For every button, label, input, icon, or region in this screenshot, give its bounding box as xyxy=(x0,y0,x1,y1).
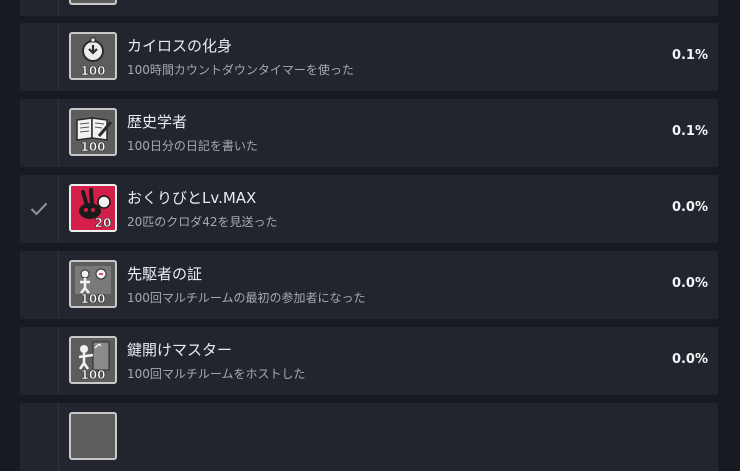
row-divider xyxy=(58,327,59,395)
achievement-row[interactable] xyxy=(20,403,718,471)
check-cell xyxy=(20,23,58,91)
check-cell xyxy=(20,403,58,471)
row-divider xyxy=(58,23,59,91)
icon-badge: 100 xyxy=(80,64,105,78)
achievement-description: 100回マルチルームをホストした xyxy=(127,367,306,381)
achievement-percent: 0.0% xyxy=(671,200,708,215)
achievement-percent: 0.1% xyxy=(671,124,708,139)
partial-achievement-icon xyxy=(69,412,117,460)
rabbit-20-icon: 20 xyxy=(69,184,117,232)
check-cell xyxy=(20,327,58,395)
achievement-row[interactable]: 100 先駆者の証 100回マルチルームの最初の参加者になった 0.0% xyxy=(20,251,718,319)
pioneer-100-icon: 100 xyxy=(69,260,117,308)
row-divider xyxy=(58,99,59,167)
row-divider xyxy=(58,0,59,16)
achievement-row[interactable]: 100 カイロスの化身 100時間カウントダウンタイマーを使った 0.1% xyxy=(20,23,718,91)
achievement-title: 歴史学者 xyxy=(127,113,188,131)
icon-badge: 100 xyxy=(80,292,105,306)
achievement-list: 100 カイロスの化身 100時間カウントダウンタイマーを使った 0.1% 10… xyxy=(0,0,740,471)
row-divider xyxy=(58,403,59,471)
achievement-percent: 0.1% xyxy=(671,48,708,63)
checkmark-icon xyxy=(30,202,48,216)
key-host-100-icon: 100 xyxy=(69,336,117,384)
icon-badge: 100 xyxy=(80,368,105,382)
achievement-description: 100回マルチルームの最初の参加者になった xyxy=(127,291,366,305)
icon-badge: 100 xyxy=(80,140,105,154)
row-divider xyxy=(58,175,59,243)
achievement-row[interactable]: 100 鍵開けマスター 100回マルチルームをホストした 0.0% xyxy=(20,327,718,395)
achievement-title: カイロスの化身 xyxy=(127,37,233,55)
achievement-title: 先駆者の証 xyxy=(127,265,203,283)
diary-100-icon: 100 xyxy=(69,108,117,156)
stopwatch-100-icon: 100 xyxy=(69,32,117,80)
achievement-percent: 0.0% xyxy=(671,276,708,291)
check-cell xyxy=(20,175,58,243)
icon-badge: 20 xyxy=(95,216,112,230)
achievement-description: 100日分の日記を書いた xyxy=(127,139,258,153)
check-cell xyxy=(20,0,58,16)
achievement-row[interactable] xyxy=(20,0,718,16)
achievement-percent: 0.0% xyxy=(671,352,708,367)
row-divider xyxy=(58,251,59,319)
achievement-title: 鍵開けマスター xyxy=(127,341,233,359)
achievement-title: おくりびとLv.MAX xyxy=(127,189,257,207)
check-cell xyxy=(20,251,58,319)
check-cell xyxy=(20,99,58,167)
achievement-description: 100時間カウントダウンタイマーを使った xyxy=(127,63,354,77)
achievement-row[interactable]: 100 歴史学者 100日分の日記を書いた 0.1% xyxy=(20,99,718,167)
partial-achievement-icon xyxy=(69,0,117,5)
achievement-row[interactable]: 20 おくりびとLv.MAX 20匹のクロダ42を見送った 0.0% xyxy=(20,175,718,243)
achievement-description: 20匹のクロダ42を見送った xyxy=(127,215,278,229)
